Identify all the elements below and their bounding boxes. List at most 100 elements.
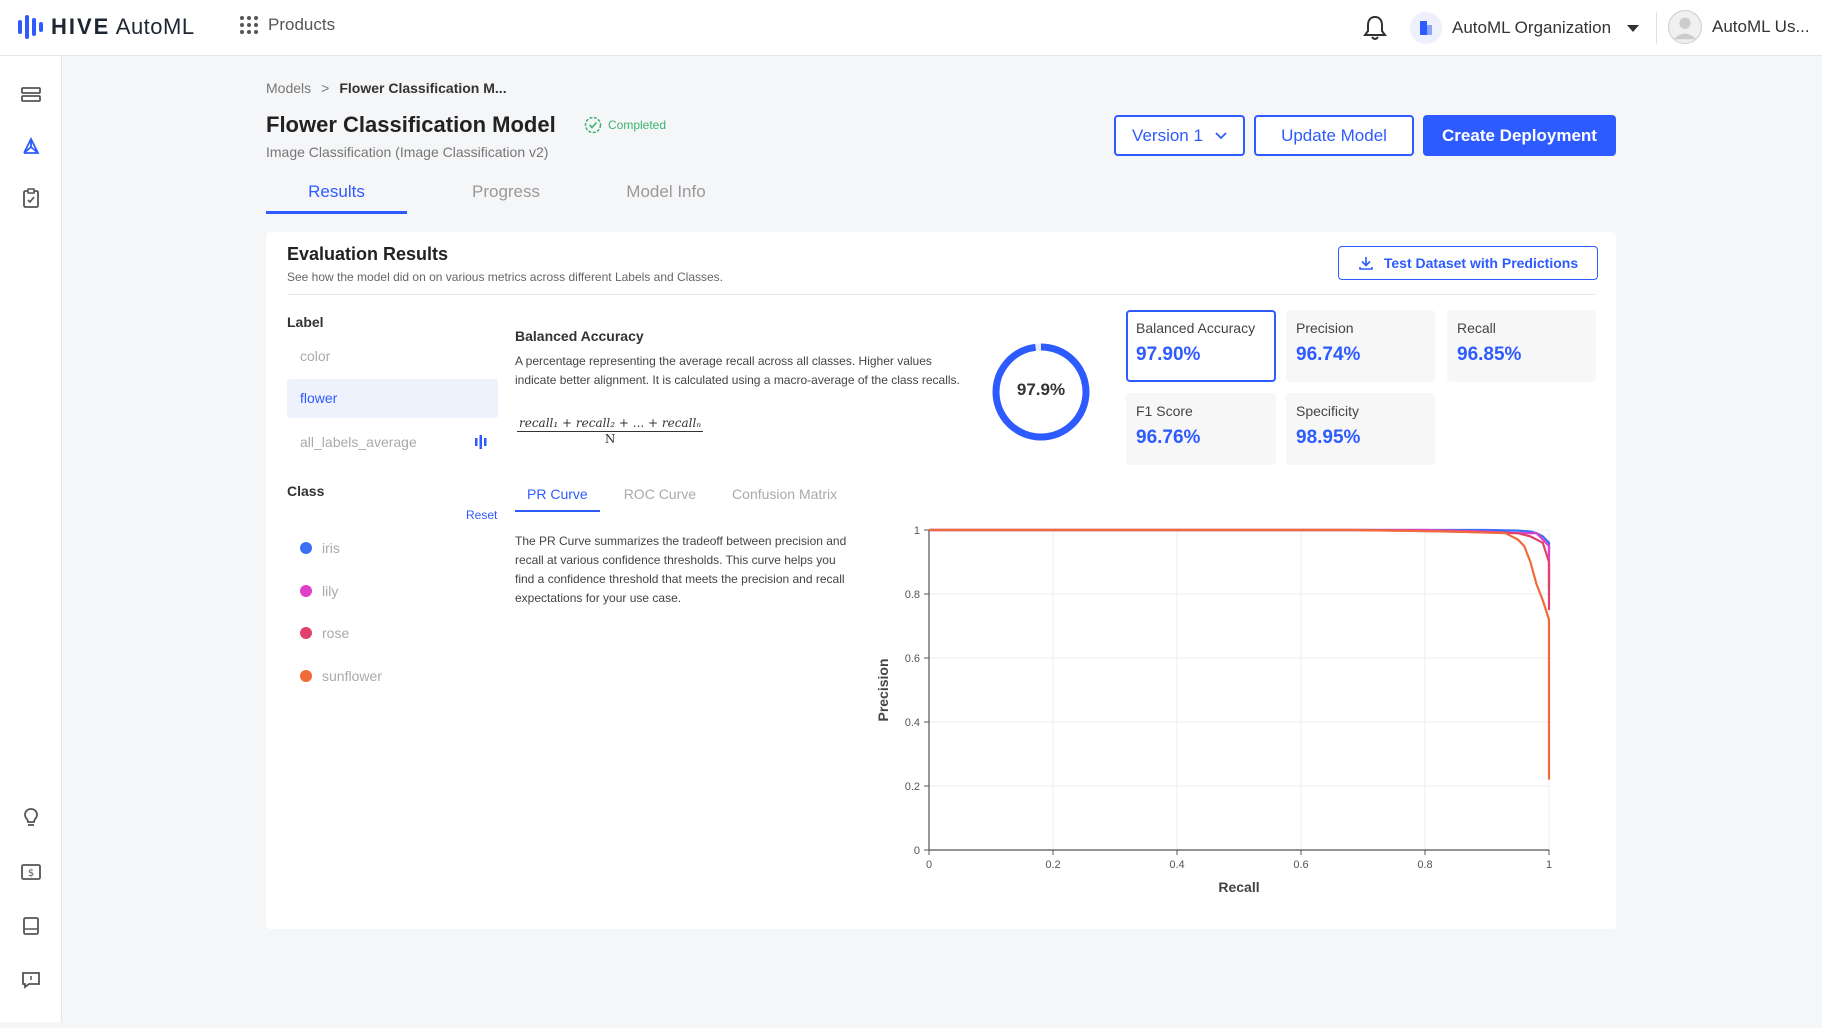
y-tick-label: 0.8 <box>905 589 920 601</box>
class-item-sunflower[interactable]: sunflower <box>300 668 382 684</box>
layers-icon[interactable] <box>19 83 43 107</box>
label-item-all-labels-average-text: all_labels_average <box>300 434 417 450</box>
label-item-all-labels-average[interactable]: all_labels_average <box>287 423 498 462</box>
label-item-color[interactable]: color <box>287 337 498 376</box>
status-badge: Completed <box>584 116 666 134</box>
metric-title: Balanced Accuracy <box>515 328 644 344</box>
test-dataset-download-button[interactable]: Test Dataset with Predictions <box>1338 246 1598 280</box>
y-tick-label: 0.4 <box>905 717 920 729</box>
class-item-rose[interactable]: rose <box>300 625 349 641</box>
label-item-flower[interactable]: flower <box>287 379 498 418</box>
class-item-label: iris <box>322 540 340 556</box>
left-rail: $ <box>0 56 62 1022</box>
book-icon[interactable] <box>19 914 43 938</box>
x-tick-label: 0 <box>926 859 932 871</box>
class-item-label: sunflower <box>322 668 382 684</box>
bar-chart-icon <box>475 435 487 449</box>
chat-icon[interactable] <box>19 968 43 992</box>
logo-bars-icon <box>18 15 43 39</box>
create-deployment-button[interactable]: Create Deployment <box>1423 115 1616 156</box>
model-subtitle: Image Classification (Image Classificati… <box>266 144 549 160</box>
version-label: Version 1 <box>1132 125 1203 145</box>
org-name: AutoML Organization <box>1452 18 1612 37</box>
breadcrumb: Models > Flower Classification M... <box>266 80 507 96</box>
evaluation-subtitle: See how the model did on on various metr… <box>287 270 724 284</box>
class-color-dot <box>300 670 312 682</box>
metric-card-balanced-accuracy[interactable]: Balanced Accuracy 97.90% <box>1126 310 1276 382</box>
tab-pr-curve[interactable]: PR Curve <box>515 482 600 512</box>
dollar-icon[interactable]: $ <box>19 860 43 884</box>
building-icon <box>1410 12 1442 44</box>
breadcrumb-separator: > <box>321 80 330 96</box>
evaluation-title: Evaluation Results <box>287 244 449 264</box>
metric-card-precision[interactable]: Precision 96.74% <box>1286 310 1435 382</box>
class-heading: Class <box>287 483 325 499</box>
metric-card-name: Balanced Accuracy <box>1136 320 1256 336</box>
tab-results[interactable]: Results <box>266 176 407 214</box>
formula-denominator: N <box>604 432 616 446</box>
metric-card-name: Recall <box>1457 320 1496 336</box>
metric-card-value: 96.74% <box>1296 344 1361 365</box>
class-item-iris[interactable]: iris <box>300 540 340 556</box>
class-color-dot <box>300 542 312 554</box>
app-logo[interactable]: HIVE AutoML <box>18 12 195 42</box>
x-tick-label: 1 <box>1546 859 1552 871</box>
org-switcher[interactable]: AutoML Organization <box>1410 12 1640 44</box>
metric-description: A percentage representing the average re… <box>515 354 960 387</box>
metric-card-value: 96.76% <box>1136 427 1201 448</box>
curve-tabs: PR Curve ROC Curve Confusion Matrix <box>515 482 849 512</box>
tab-progress[interactable]: Progress <box>426 176 586 214</box>
tab-model-info[interactable]: Model Info <box>586 176 746 214</box>
y-tick-label: 0 <box>914 845 920 857</box>
metric-card-value: 98.95% <box>1296 427 1361 448</box>
user-menu[interactable]: AutoML Us... <box>1668 10 1810 44</box>
products-menu[interactable]: Products <box>240 15 335 35</box>
top-bar: HIVE AutoML Products AutoML Organization… <box>0 0 1822 56</box>
header-divider <box>1656 12 1657 44</box>
main-tabs: Results Progress Model Info <box>266 176 746 214</box>
graph-icon[interactable] <box>19 134 43 158</box>
x-tick-label: 0.6 <box>1293 859 1308 871</box>
pr-series-line-4 <box>929 528 1551 780</box>
version-dropdown[interactable]: Version 1 <box>1114 115 1245 156</box>
formula-numerator: recall₁ + recall₂ + ... + recallₙ <box>517 416 704 432</box>
avatar <box>1668 10 1702 44</box>
tab-confusion-matrix[interactable]: Confusion Matrix <box>720 482 849 512</box>
class-item-label: rose <box>322 625 350 641</box>
pr-curve-description: The PR Curve summarizes the tradeoff bet… <box>515 534 847 605</box>
svg-text:$: $ <box>28 868 34 879</box>
metric-card-name: F1 Score <box>1136 403 1193 419</box>
x-tick-label: 0.4 <box>1169 859 1184 871</box>
clipboard-icon[interactable] <box>19 186 43 210</box>
pr-curve-chart: 0 0.2 0.4 0.6 0.8 1 0 0.2 0.4 0.6 0.8 1 Recall Precis… <box>875 525 1552 892</box>
chevron-down-icon <box>1215 131 1227 139</box>
metric-card-f1-score[interactable]: F1 Score 96.76% <box>1126 393 1276 465</box>
lightbulb-icon[interactable] <box>19 806 43 830</box>
class-item-label: lily <box>322 583 339 599</box>
metric-card-value: 97.90% <box>1136 344 1201 365</box>
breadcrumb-models-link[interactable]: Models <box>266 80 311 96</box>
label-heading: Label <box>287 314 324 330</box>
y-tick-label: 0.6 <box>905 653 920 665</box>
metric-card-specificity[interactable]: Specificity 98.95% <box>1286 393 1435 465</box>
metric-formula: recall₁ + recall₂ + ... + recallₙ N <box>517 416 704 446</box>
metric-card-name: Specificity <box>1296 403 1360 419</box>
y-tick-label: 0.2 <box>905 781 920 793</box>
logo-text: HIVE AutoML <box>51 14 195 39</box>
metric-card-recall[interactable]: Recall 96.85% <box>1447 310 1596 382</box>
tab-roc-curve[interactable]: ROC Curve <box>612 482 708 512</box>
page-title: Flower Classification Model <box>266 112 556 137</box>
update-model-button[interactable]: Update Model <box>1254 115 1414 156</box>
class-item-lily[interactable]: lily <box>300 583 338 599</box>
reset-link[interactable]: Reset <box>466 508 497 522</box>
download-icon <box>1359 257 1373 270</box>
metric-card-value: 96.85% <box>1457 344 1522 365</box>
y-axis-label: Precision <box>875 658 891 721</box>
evaluation-card: Evaluation Results See how the model did… <box>266 232 1616 929</box>
bell-icon[interactable] <box>1362 14 1388 47</box>
apps-grid-icon <box>240 16 258 34</box>
caret-down-icon <box>1627 24 1640 32</box>
y-tick-label: 1 <box>914 525 920 537</box>
user-name: AutoML Us... <box>1712 17 1810 36</box>
pr-series-line-1 <box>929 528 1551 553</box>
